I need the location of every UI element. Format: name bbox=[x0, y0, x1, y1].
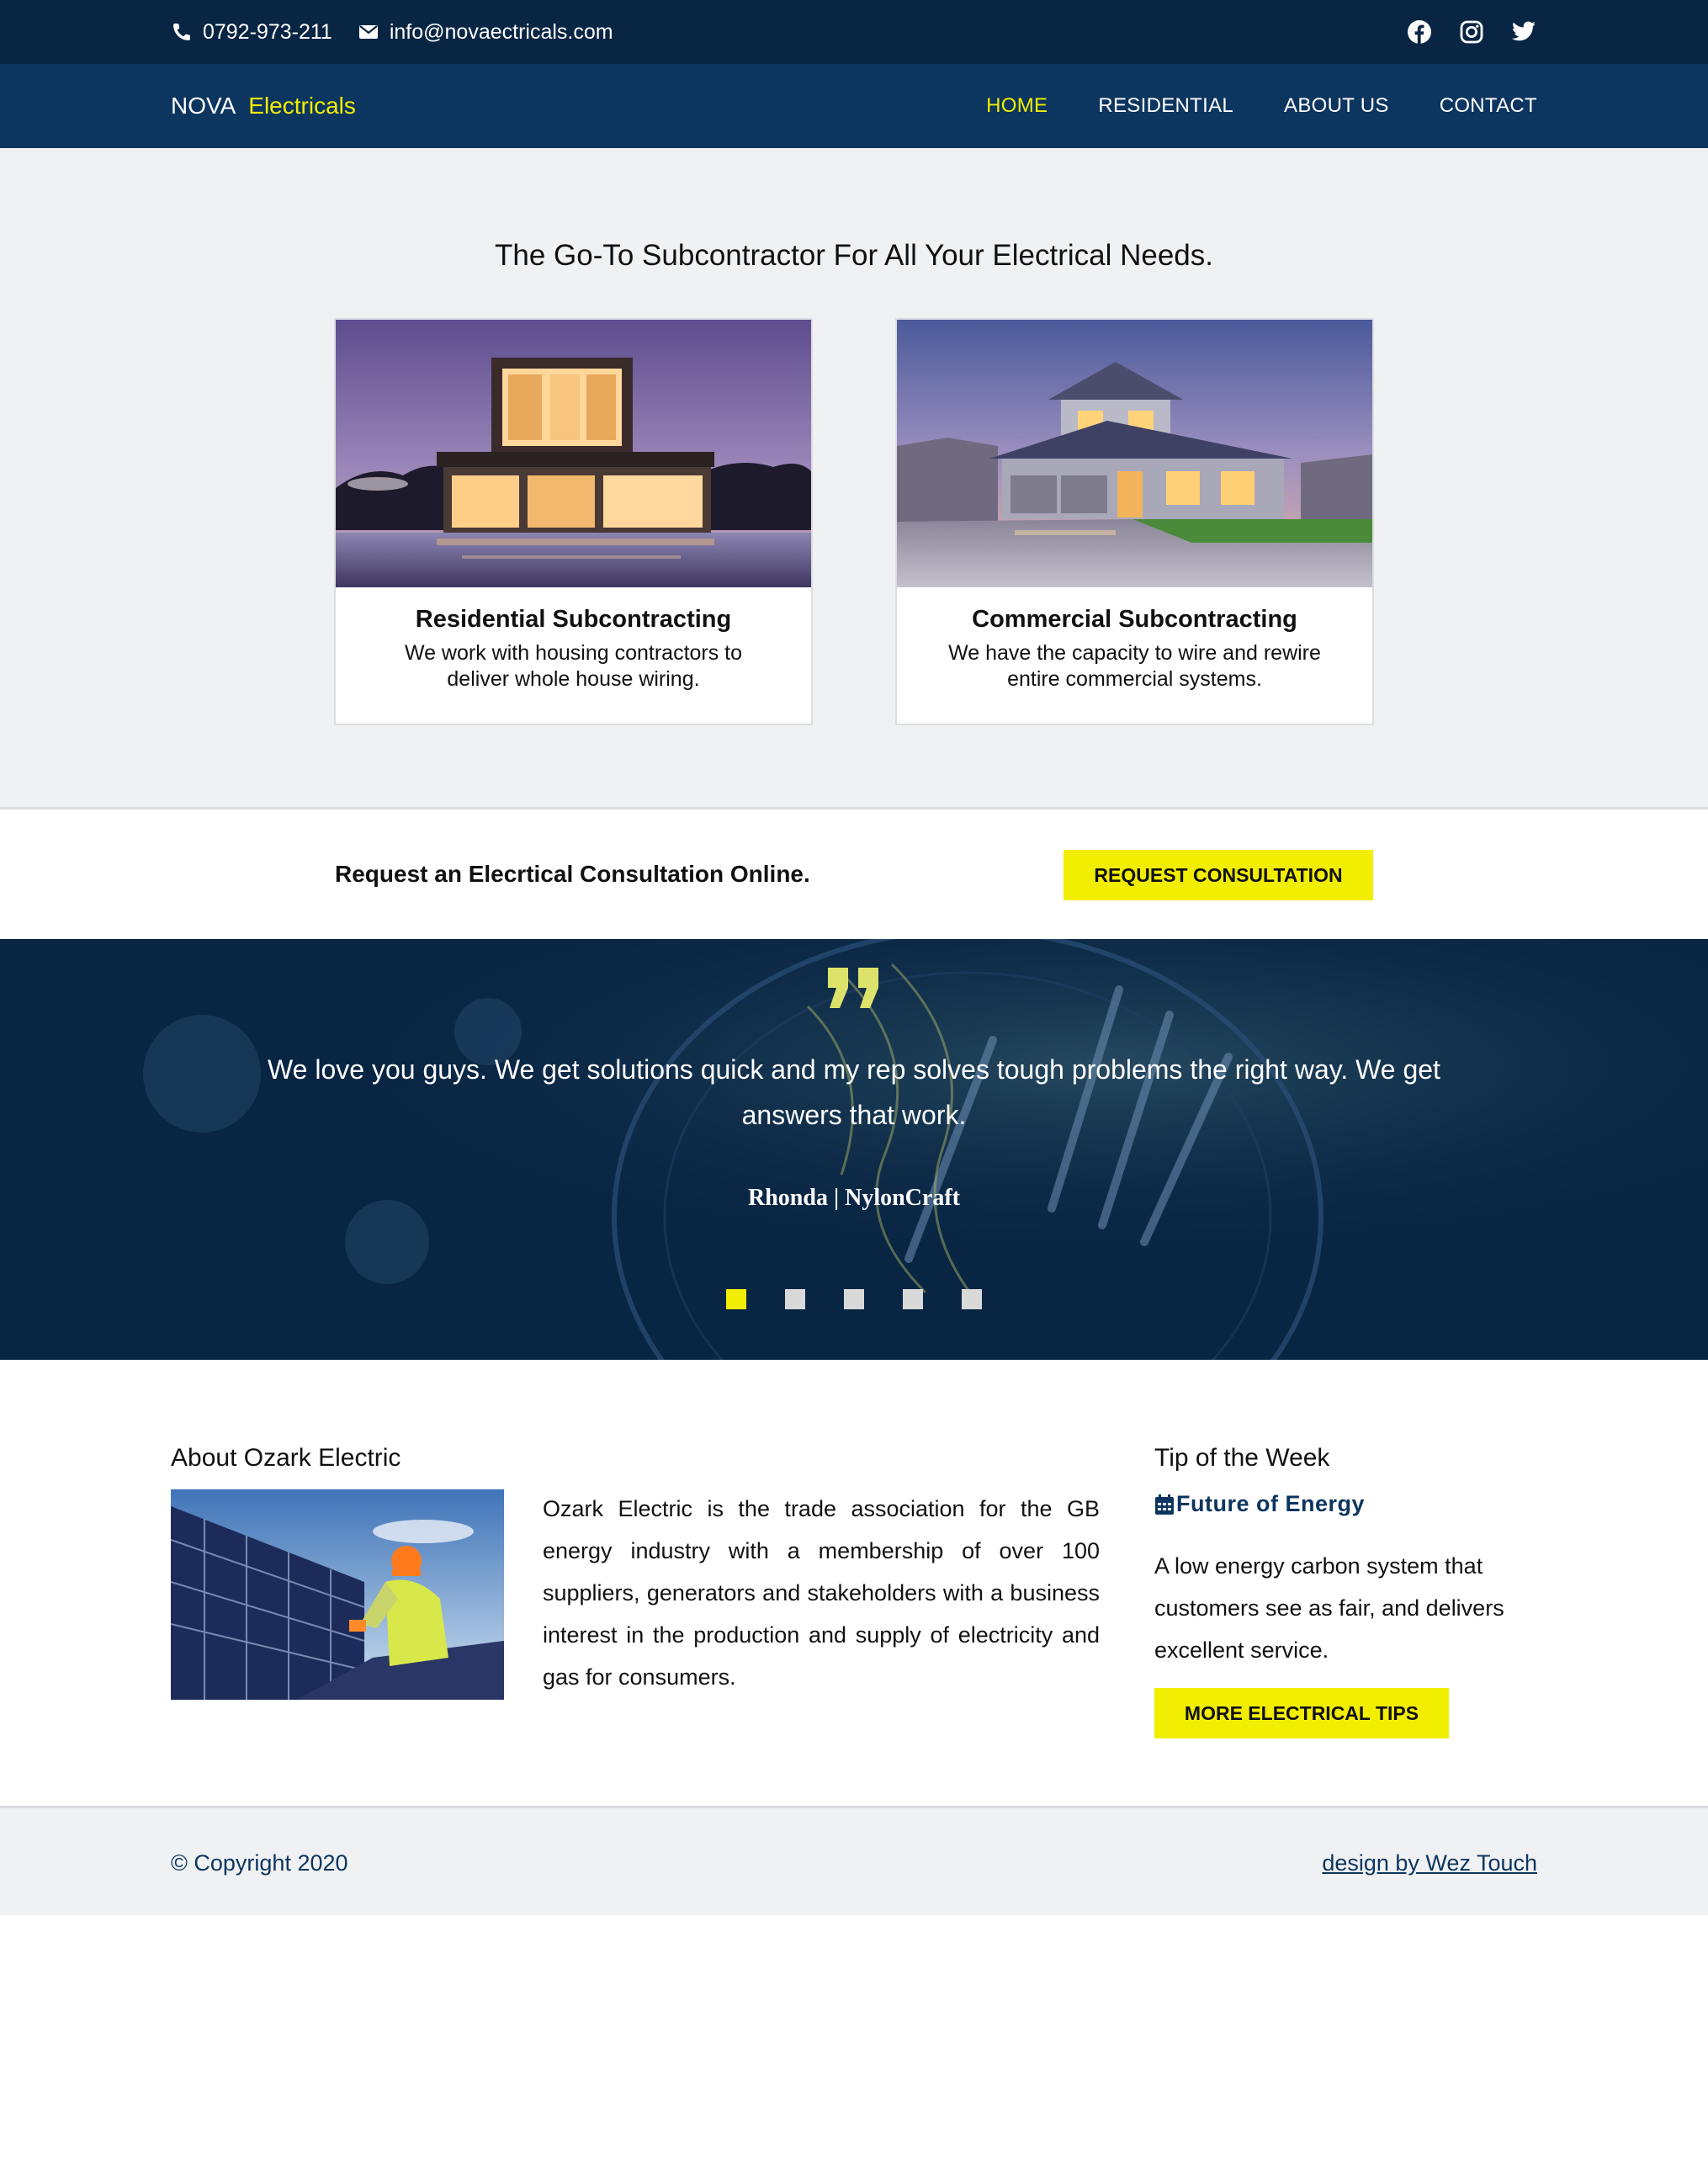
services-section: The Go-To Subcontractor For All Your Ele… bbox=[0, 148, 1708, 809]
phone-number: 0792-973-211 bbox=[203, 19, 332, 44]
nav-menu: HOME RESIDENTIAL ABOUT US CONTACT bbox=[936, 64, 1537, 148]
carousel-dot-2[interactable] bbox=[785, 1289, 805, 1309]
consultation-strip: Request an Elecrtical Consultation Onlin… bbox=[0, 809, 1708, 939]
nav-item-home[interactable]: HOME bbox=[986, 94, 1048, 118]
about-text: Ozark Electric is the trade association … bbox=[543, 1496, 1100, 1690]
nav-item-about-us[interactable]: ABOUT US bbox=[1284, 94, 1389, 118]
copyright-text: © Copyright 2020 bbox=[171, 1850, 348, 1876]
tip-subheading: Future of Energy bbox=[1154, 1491, 1365, 1517]
brand-name: NOVA bbox=[171, 93, 236, 119]
card-title: Residential Subcontracting bbox=[415, 606, 732, 633]
quote-icon bbox=[0, 964, 1708, 1016]
designer-credit-link[interactable]: design by Wez Touch bbox=[1322, 1808, 1537, 1918]
consultation-text: Request an Elecrtical Consultation Onlin… bbox=[335, 861, 810, 887]
contact-info: 0792-973-211 info@novaectricals.com bbox=[171, 0, 639, 64]
modern-house-image bbox=[336, 320, 811, 587]
carousel-dot-1[interactable] bbox=[726, 1289, 746, 1309]
footer: © Copyright 2020 design by Wez Touch bbox=[0, 1806, 1708, 1915]
carousel-dot-5[interactable] bbox=[962, 1289, 982, 1309]
service-card-commercial[interactable]: Commercial Subcontracting We have the ca… bbox=[895, 318, 1374, 725]
phone-icon bbox=[171, 21, 193, 43]
testimonial-section: We love you guys. We get solutions quick… bbox=[0, 939, 1708, 1360]
email-address: info@novaectricals.com bbox=[389, 19, 613, 44]
card-title: Commercial Subcontracting bbox=[972, 606, 1297, 633]
testimonial-text: We love you guys. We get solutions quick… bbox=[268, 1054, 1440, 1130]
carousel-dots bbox=[0, 1289, 1708, 1309]
nav-item-residential[interactable]: RESIDENTIAL bbox=[1098, 94, 1233, 118]
top-bar: 0792-973-211 info@novaectricals.com bbox=[0, 0, 1708, 64]
phone-contact[interactable]: 0792-973-211 bbox=[171, 20, 332, 45]
services-heading: The Go-To Subcontractor For All Your Ele… bbox=[494, 239, 1213, 272]
facebook-icon[interactable] bbox=[1406, 19, 1433, 45]
twitter-icon[interactable] bbox=[1510, 19, 1537, 45]
tip-subheading-text: Future of Energy bbox=[1176, 1491, 1366, 1516]
carousel-dot-3[interactable] bbox=[844, 1289, 864, 1309]
card-text: We have the capacity to wire and rewire … bbox=[948, 641, 1321, 691]
solar-panel-image bbox=[171, 1489, 504, 1700]
brand-logo[interactable]: NOVA Electricals bbox=[171, 64, 356, 148]
card-text: We work with housing contractors to deli… bbox=[404, 641, 743, 691]
calendar-icon bbox=[1154, 1494, 1175, 1515]
envelope-icon bbox=[358, 21, 379, 43]
instagram-icon[interactable] bbox=[1458, 19, 1485, 45]
tip-text: A low energy carbon system that customer… bbox=[1154, 1553, 1504, 1663]
service-card-residential[interactable]: Residential Subcontracting We work with … bbox=[334, 318, 813, 725]
nav-item-contact[interactable]: CONTACT bbox=[1440, 94, 1537, 118]
social-links bbox=[1381, 0, 1537, 64]
brand-suffix: Electricals bbox=[248, 93, 356, 119]
more-electrical-tips-button[interactable]: MORE ELECTRICAL TIPS bbox=[1154, 1688, 1449, 1738]
main-navbar: NOVA Electricals HOME RESIDENTIAL ABOUT … bbox=[0, 64, 1708, 148]
request-consultation-button[interactable]: REQUEST CONSULTATION bbox=[1064, 850, 1373, 900]
email-contact[interactable]: info@novaectricals.com bbox=[358, 20, 613, 45]
testimonial-author: Rhonda | NylonCraft bbox=[748, 1185, 960, 1211]
about-heading: About Ozark Electric bbox=[171, 1444, 401, 1472]
tip-heading: Tip of the Week bbox=[1154, 1444, 1330, 1472]
suburban-house-image bbox=[897, 320, 1372, 587]
carousel-dot-4[interactable] bbox=[903, 1289, 923, 1309]
